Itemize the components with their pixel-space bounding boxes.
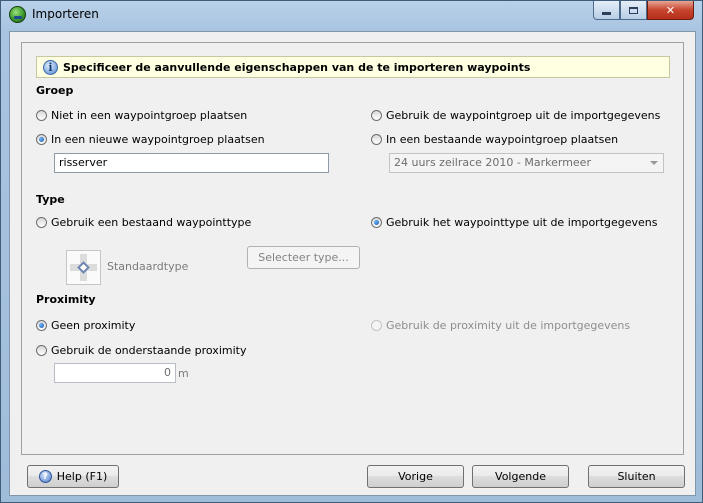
existing-group-select[interactable]: 24 uurs zeilrace 2010 - Markermeer [389,153,664,173]
close-button[interactable]: ✕ [647,1,694,20]
radio-button[interactable] [371,109,382,121]
radio-label: In een nieuwe waypointgroep plaatsen [51,132,265,146]
section-title-type: Type [36,193,65,206]
help-button-label: Help (F1) [56,470,108,483]
app-globe-icon [9,6,26,23]
radio-label: Geen proximity [51,318,136,332]
maximize-icon [629,6,638,14]
info-banner: i Specificeer de aanvullende eigenschapp… [36,56,670,78]
proximity-unit-label: m [178,367,189,380]
radio-no-group[interactable]: Niet in een waypointgroep plaatsen [36,107,247,123]
close-dialog-button[interactable]: Sluiten [588,465,685,488]
close-icon: ✕ [665,3,676,17]
radio-label: Niet in een waypointgroep plaatsen [51,108,248,122]
info-icon: i [43,59,58,75]
radio-button[interactable] [36,344,47,356]
waypoint-type-icon [66,250,101,285]
chevron-down-icon [650,161,658,165]
proximity-value-input[interactable]: 0 [54,363,176,383]
radio-button-disabled[interactable] [371,319,382,331]
radio-existing-group[interactable]: In een bestaande waypointgroep plaatsen [371,131,618,147]
radio-label: Gebruik de onderstaande proximity [51,343,247,357]
minimize-button[interactable] [593,1,620,20]
radio-no-proximity[interactable]: Geen proximity [36,317,135,333]
info-text: Specificeer de aanvullende eigenschappen… [63,60,531,74]
standard-type-label: Standaardtype [107,260,189,273]
radio-type-from-import[interactable]: Gebruik het waypointtype uit de importge… [371,214,658,230]
previous-button[interactable]: Vorige [367,465,464,488]
help-icon: ? [38,470,52,483]
window-title: Importeren [32,7,99,21]
radio-custom-proximity[interactable]: Gebruik de onderstaande proximity [36,342,246,358]
radio-button[interactable] [371,133,382,145]
radio-label: Gebruik een bestaand waypointtype [51,215,252,229]
radio-new-group[interactable]: In een nieuwe waypointgroep plaatsen [36,131,265,147]
radio-button-selected[interactable] [36,133,47,145]
section-title-proximity: Proximity [36,293,96,306]
radio-label: In een bestaande waypointgroep plaatsen [386,132,619,146]
maximize-button[interactable] [620,1,647,20]
minimize-icon [602,11,611,15]
properties-panel: i Specificeer de aanvullende eigenschapp… [21,42,684,455]
radio-label: Gebruik het waypointtype uit de importge… [386,215,658,229]
radio-label: Gebruik de waypointgroep uit de importge… [386,108,661,122]
section-title-groep: Groep [36,84,74,97]
radio-button[interactable] [36,109,47,121]
radio-button-selected[interactable] [371,216,382,228]
radio-proximity-from-import[interactable]: Gebruik de proximity uit de importgegeve… [371,317,630,333]
radio-button-selected[interactable] [36,319,47,331]
title-bar[interactable]: Importeren ✕ [1,1,702,29]
radio-group-from-import[interactable]: Gebruik de waypointgroep uit de importge… [371,107,660,123]
existing-group-selected-value: 24 uurs zeilrace 2010 - Markermeer [394,156,591,169]
radio-label: Gebruik de proximity uit de importgegeve… [386,318,631,332]
dialog-client-area: i Specificeer de aanvullende eigenschapp… [9,31,696,496]
new-group-name-input[interactable]: risserver [54,153,329,173]
select-type-button[interactable]: Selecteer type... [247,246,360,269]
radio-existing-type[interactable]: Gebruik een bestaand waypointtype [36,214,251,230]
next-button[interactable]: Volgende [472,465,569,488]
help-button[interactable]: ? Help (F1) [27,465,119,488]
radio-button[interactable] [36,216,47,228]
import-dialog-window: Importeren ✕ i Specificeer de aanvullend… [0,0,703,503]
